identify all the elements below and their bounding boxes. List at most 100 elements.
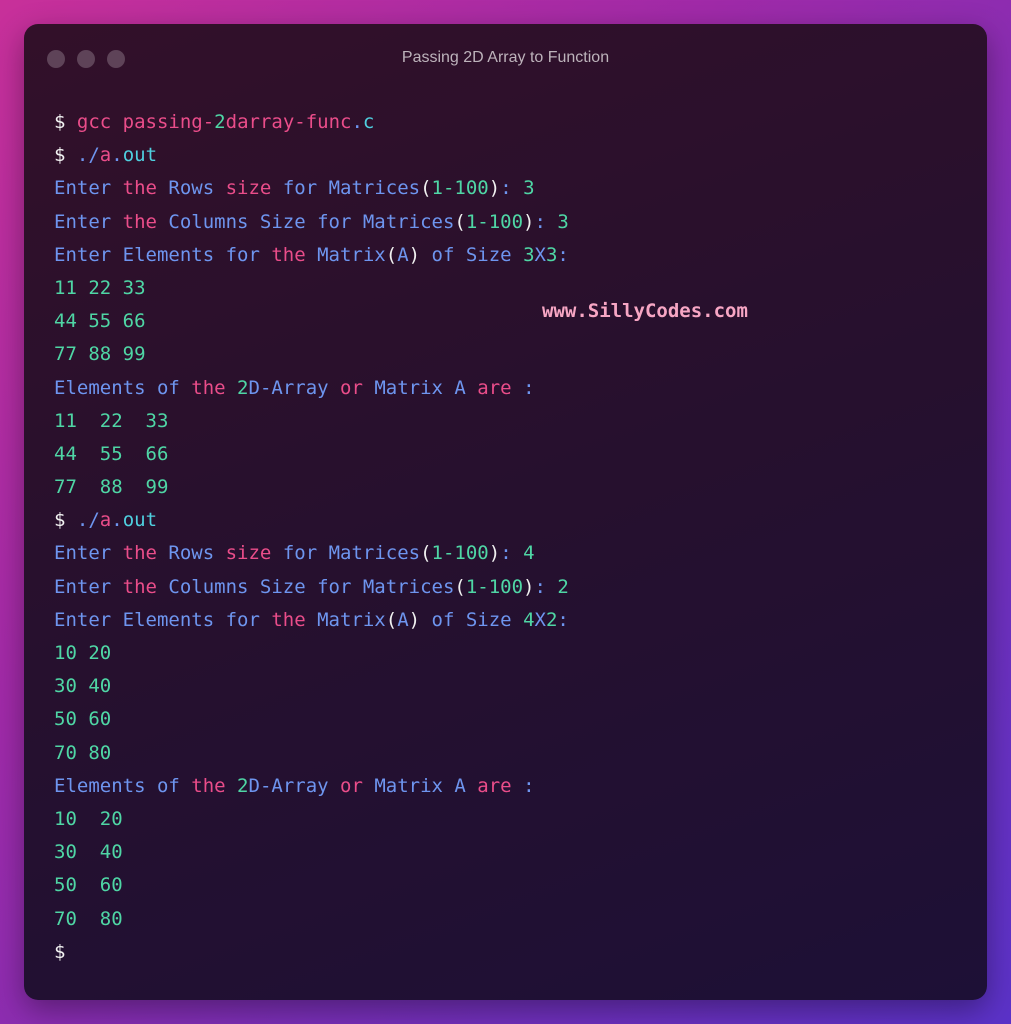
terminal-output[interactable]: $ gcc passing-2darray-func.c $ ./a.out Ent… xyxy=(54,106,569,969)
terminal-token: : xyxy=(523,774,535,797)
terminal-token: D-Array xyxy=(248,774,341,797)
terminal-token: ) xyxy=(523,210,535,233)
terminal-line: Enter the Columns Size for Matrices(1-10… xyxy=(54,206,569,239)
terminal-line: 50 60 xyxy=(54,703,569,736)
terminal-line: 77 88 99 xyxy=(54,338,569,371)
terminal-token: of Size xyxy=(420,243,524,266)
terminal-token: : xyxy=(557,243,569,266)
terminal-token: 70 80 xyxy=(54,741,112,764)
terminal-token: Enter xyxy=(54,575,123,598)
terminal-token: ) xyxy=(523,575,535,598)
watermark: www.SillyCodes.com xyxy=(542,300,748,322)
terminal-token: a xyxy=(99,509,112,532)
terminal-line: Enter Elements for the Matrix(A) of Size… xyxy=(54,604,569,637)
terminal-token: 2 xyxy=(214,111,226,133)
terminal-token: : xyxy=(523,376,535,399)
terminal-token: Columns Size for Matrices xyxy=(168,575,455,598)
terminal-token: Columns Size for Matrices xyxy=(168,210,455,233)
terminal-token: the xyxy=(271,243,318,266)
terminal-token: ( xyxy=(454,210,466,233)
terminal-token: Matrix xyxy=(317,243,386,266)
terminal-token: ( xyxy=(420,542,432,565)
terminal-token: A xyxy=(397,608,409,631)
terminal-token: Enter xyxy=(54,177,123,200)
terminal-token: $ xyxy=(54,144,77,167)
terminal-token: 10 20 xyxy=(54,807,123,830)
terminal-token: : xyxy=(500,177,524,200)
terminal-line: $ ./a.out xyxy=(54,504,569,537)
terminal-line: 77 88 99 xyxy=(54,471,569,504)
terminal-token: size xyxy=(225,542,283,565)
terminal-token: X xyxy=(534,243,546,266)
terminal-token: $ xyxy=(54,940,66,963)
terminal-token: 4 xyxy=(523,608,535,631)
terminal-line: Elements of the 2D-Array or Matrix A are… xyxy=(54,770,569,803)
terminal-line: Enter the Rows size for Matrices(1-100):… xyxy=(54,537,569,570)
terminal-token: $ xyxy=(54,509,77,532)
terminal-window: Passing 2D Array to Function $ gcc passi… xyxy=(24,24,987,1000)
terminal-token: A xyxy=(397,243,409,266)
terminal-token: 2 xyxy=(557,575,569,598)
terminal-line: Elements of the 2D-Array or Matrix A are… xyxy=(54,372,569,405)
terminal-token: darray-func xyxy=(225,111,352,133)
terminal-token: 1-100 xyxy=(431,177,489,200)
terminal-token: D-Array xyxy=(248,376,341,399)
window-title: Passing 2D Array to Function xyxy=(401,49,610,66)
terminal-token: X xyxy=(534,608,546,631)
terminal-token: 3 xyxy=(557,210,569,233)
terminal-token: ) xyxy=(488,542,501,565)
terminal-token: . xyxy=(111,509,123,532)
terminal-token: 3 xyxy=(523,177,535,200)
terminal-token: ( xyxy=(385,243,398,266)
terminal-token: 10 20 xyxy=(54,642,112,664)
terminal-token: ./ xyxy=(76,509,100,532)
terminal-line: 50 60 xyxy=(54,869,569,902)
terminal-line: 70 80 xyxy=(54,737,569,770)
terminal-token: : xyxy=(534,575,558,598)
terminal-line: 44 55 66 xyxy=(54,438,569,471)
terminal-line: Enter the Columns Size for Matrices(1-10… xyxy=(54,571,569,604)
terminal-token: Enter xyxy=(54,542,123,565)
terminal-token: a xyxy=(99,144,112,167)
terminal-token: ( xyxy=(385,608,398,631)
terminal-token: Rows xyxy=(168,542,226,565)
terminal-line: 70 80 xyxy=(54,903,569,936)
terminal-token: Rows xyxy=(168,177,226,200)
terminal-token: c xyxy=(362,111,375,133)
terminal-token: 2 xyxy=(237,376,249,399)
terminal-token: Enter xyxy=(54,210,123,233)
terminal-token: Matrix A xyxy=(374,774,478,797)
terminal-token: ( xyxy=(454,575,466,598)
terminal-line: Enter Elements for the Matrix(A) of Size… xyxy=(54,239,569,272)
terminal-token: 44 55 66 xyxy=(54,442,169,465)
terminal-token: 1-100 xyxy=(465,210,524,233)
terminal-token: the xyxy=(122,177,169,200)
terminal-line: 30 40 xyxy=(54,836,569,869)
terminal-token: 2 xyxy=(237,774,249,797)
terminal-token: out xyxy=(122,144,158,167)
terminal-token: 3 xyxy=(545,243,558,266)
terminal-token: : xyxy=(500,542,524,565)
terminal-token: size xyxy=(225,177,283,200)
terminal-line: 44 55 66 xyxy=(54,305,569,338)
terminal-line: $ ./a.out xyxy=(54,139,569,172)
terminal-line: $ xyxy=(54,936,569,969)
terminal-token: or xyxy=(340,376,375,399)
terminal-token: are xyxy=(477,774,524,797)
terminal-token: $ xyxy=(54,111,77,133)
terminal-line: Enter the Rows size for Matrices(1-100):… xyxy=(54,172,569,205)
terminal-token: 77 88 99 xyxy=(54,476,169,499)
terminal-token: 1-100 xyxy=(465,575,524,598)
terminal-token: gcc passing- xyxy=(76,111,215,133)
terminal-token: . xyxy=(351,111,363,133)
terminal-token: : xyxy=(534,210,558,233)
terminal-token: 44 55 66 xyxy=(54,310,146,333)
terminal-line: 11 22 33 xyxy=(54,272,569,305)
terminal-token: for Matrices xyxy=(282,177,421,200)
terminal-token: or xyxy=(340,774,375,797)
terminal-token: the xyxy=(122,575,169,598)
terminal-line: 11 22 33 xyxy=(54,405,569,438)
terminal-token: . xyxy=(111,144,123,167)
terminal-token: the xyxy=(191,774,238,797)
terminal-token: of Size xyxy=(420,608,524,631)
